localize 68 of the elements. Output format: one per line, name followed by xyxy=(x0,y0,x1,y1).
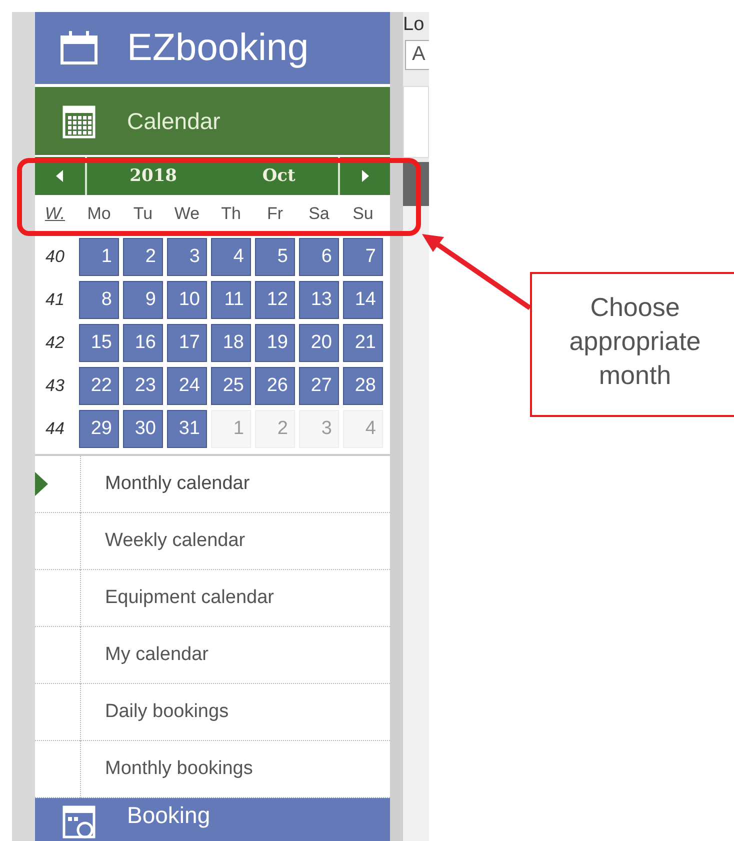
left-arrow-icon xyxy=(56,170,64,182)
day-cell[interactable]: 5 xyxy=(255,238,295,276)
week-number: 42 xyxy=(44,332,66,354)
weekday-header: Sa xyxy=(308,203,330,225)
day-cell[interactable]: 31 xyxy=(167,410,207,448)
field-label: Lo xyxy=(403,13,426,36)
day-cell[interactable]: 30 xyxy=(123,410,163,448)
week-number: 44 xyxy=(44,418,66,440)
week-number: 43 xyxy=(44,375,66,397)
day-cell[interactable]: 12 xyxy=(255,281,295,319)
day-cell[interactable]: 15 xyxy=(79,324,119,362)
weekday-header: Fr xyxy=(266,203,284,225)
weekday-header: Su xyxy=(352,203,374,225)
app-title: EZbooking xyxy=(127,26,309,70)
callout-text: Choose appropriate month xyxy=(568,290,702,392)
section-label: Calendar xyxy=(127,108,220,134)
day-cell[interactable]: 4 xyxy=(343,410,383,448)
day-cell[interactable]: 26 xyxy=(255,367,295,405)
day-cell[interactable]: 18 xyxy=(211,324,251,362)
weekday-header: We xyxy=(173,203,201,225)
day-cell[interactable]: 22 xyxy=(79,367,119,405)
day-cell[interactable]: 6 xyxy=(299,238,339,276)
week-number: 40 xyxy=(44,246,66,268)
day-cell[interactable]: 3 xyxy=(299,410,339,448)
calendar-icon xyxy=(59,30,99,66)
day-cell[interactable]: 2 xyxy=(255,410,295,448)
day-cell[interactable]: 1 xyxy=(79,238,119,276)
weekday-header: Tu xyxy=(132,203,154,225)
weekday-header: Th xyxy=(220,203,242,225)
day-cell[interactable]: 14 xyxy=(343,281,383,319)
day-cell[interactable]: 8 xyxy=(79,281,119,319)
day-cell[interactable]: 21 xyxy=(343,324,383,362)
day-cell[interactable]: 16 xyxy=(123,324,163,362)
weekday-header: Mo xyxy=(86,203,112,225)
section-label: Booking xyxy=(127,802,210,829)
day-cell[interactable]: 2 xyxy=(123,238,163,276)
day-cell[interactable]: 1 xyxy=(211,410,251,448)
day-cell[interactable]: 9 xyxy=(123,281,163,319)
section-header[interactable]: Booking xyxy=(35,798,390,841)
weekday-header: W. xyxy=(44,203,66,225)
input-field[interactable]: A xyxy=(405,40,429,70)
day-cell[interactable]: 25 xyxy=(211,367,251,405)
day-cell[interactable]: 13 xyxy=(299,281,339,319)
day-cell[interactable]: 20 xyxy=(299,324,339,362)
month-label[interactable]: Oct xyxy=(262,166,296,186)
day-cell[interactable]: 28 xyxy=(343,367,383,405)
menu-item[interactable]: Monthly bookings xyxy=(105,758,253,780)
menu-item[interactable]: My calendar xyxy=(105,644,208,666)
section-header[interactable]: Calendar xyxy=(35,87,390,155)
day-cell[interactable]: 19 xyxy=(255,324,295,362)
day-cell[interactable]: 24 xyxy=(167,367,207,405)
day-cell[interactable]: 29 xyxy=(79,410,119,448)
day-cell[interactable]: 3 xyxy=(167,238,207,276)
day-cell[interactable]: 23 xyxy=(123,367,163,405)
content-card xyxy=(403,86,429,158)
day-cell[interactable]: 17 xyxy=(167,324,207,362)
menu-item[interactable]: Daily bookings xyxy=(105,701,229,723)
menu-item[interactable]: Monthly calendar xyxy=(105,473,250,495)
day-cell[interactable]: 10 xyxy=(167,281,207,319)
menu-item[interactable]: Equipment calendar xyxy=(105,587,274,609)
year-label[interactable]: 2018 xyxy=(130,166,177,186)
menu-item[interactable]: Weekly calendar xyxy=(105,530,246,552)
day-cell[interactable]: 4 xyxy=(211,238,251,276)
day-cell[interactable]: 11 xyxy=(211,281,251,319)
week-number: 41 xyxy=(44,289,66,311)
right-arrow-icon xyxy=(361,170,369,182)
day-cell[interactable]: 27 xyxy=(299,367,339,405)
day-cell[interactable]: 7 xyxy=(343,238,383,276)
